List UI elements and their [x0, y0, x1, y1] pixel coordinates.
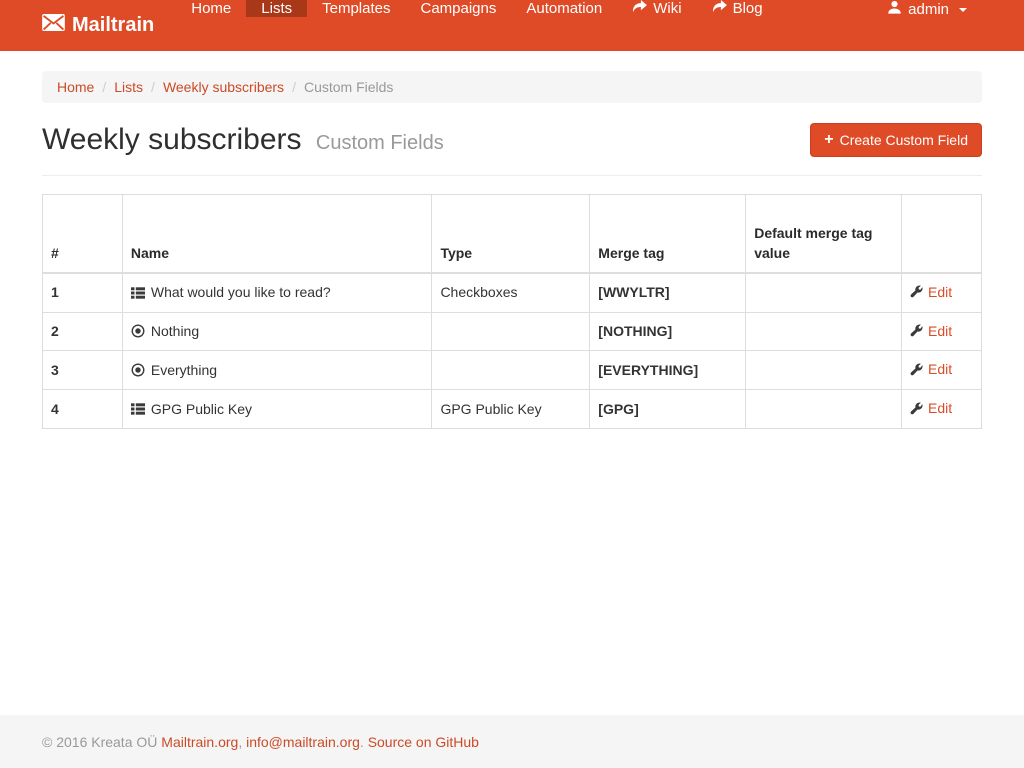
github-source-link[interactable]: Source on GitHub — [368, 734, 479, 750]
col-header-type: Type — [432, 195, 590, 273]
col-header-name: Name — [122, 195, 432, 273]
field-type: Checkboxes — [432, 273, 590, 312]
nav-item-templates[interactable]: Templates — [307, 0, 405, 17]
default-merge-tag-value — [746, 273, 902, 312]
edit-link[interactable]: Edit — [910, 321, 952, 341]
create-custom-field-button[interactable]: + Create Custom Field — [810, 123, 982, 157]
row-number: 4 — [43, 390, 123, 429]
option-icon — [131, 363, 145, 377]
edit-link[interactable]: Edit — [910, 398, 952, 418]
row-number: 1 — [43, 273, 123, 312]
option-icon — [131, 324, 145, 338]
nav-label: Automation — [526, 0, 602, 17]
footer-separator: , — [238, 734, 246, 750]
breadcrumb-weekly-subscribers[interactable]: Weekly subscribers — [163, 79, 284, 95]
merge-tag: [WWYLTR] — [590, 273, 746, 312]
breadcrumb-separator: / — [143, 79, 163, 95]
wrench-icon — [910, 324, 923, 337]
nav-label: Lists — [261, 0, 292, 17]
row-number: 2 — [43, 312, 123, 351]
col-header-actions — [902, 195, 982, 273]
user-label: admin — [908, 1, 949, 18]
page-header: Weekly subscribers Custom Fields + Creat… — [42, 123, 982, 157]
wrench-icon — [910, 285, 923, 298]
nav-item-campaigns[interactable]: Campaigns — [405, 0, 511, 17]
merge-tag: [GPG] — [590, 390, 746, 429]
breadcrumb-separator: / — [94, 79, 114, 95]
custom-fields-table: # Name Type Merge tag Default merge tag … — [42, 194, 982, 429]
nav-label: Campaigns — [420, 0, 496, 17]
table-row: 3 Everything [EVERYTHING] — [43, 351, 982, 390]
mailtrain-org-link[interactable]: Mailtrain.org — [161, 734, 238, 750]
page-subtitle: Custom Fields — [316, 132, 444, 154]
edit-label: Edit — [928, 359, 952, 379]
footer-separator: . — [360, 734, 368, 750]
header-divider — [42, 175, 982, 176]
page-title-text: Weekly subscribers — [42, 123, 302, 156]
wrench-icon — [910, 402, 923, 415]
merge-tag: [NOTHING] — [590, 312, 746, 351]
breadcrumb-separator: / — [284, 79, 304, 95]
default-merge-tag-value — [746, 351, 902, 390]
breadcrumb-lists[interactable]: Lists — [114, 79, 143, 95]
field-name: Nothing — [151, 321, 199, 341]
copyright-text: © 2016 Kreata OÜ — [42, 734, 157, 750]
breadcrumb: Home / Lists / Weekly subscribers / Cust… — [42, 71, 982, 103]
nav-item-home[interactable]: Home — [176, 0, 246, 17]
col-header-merge-tag: Merge tag — [590, 195, 746, 273]
external-arrow-icon — [712, 0, 727, 17]
default-merge-tag-value — [746, 312, 902, 351]
user-menu[interactable]: admin — [872, 0, 982, 19]
col-header-num: # — [43, 195, 123, 273]
breadcrumb-home[interactable]: Home — [57, 79, 94, 95]
envelope-icon — [42, 14, 65, 37]
page-title: Weekly subscribers Custom Fields — [42, 123, 444, 157]
nav-label: Home — [191, 0, 231, 17]
default-merge-tag-value — [746, 390, 902, 429]
field-type — [432, 312, 590, 351]
nav-label: Templates — [322, 0, 390, 17]
nav-item-automation[interactable]: Automation — [511, 0, 617, 17]
list-icon — [131, 402, 145, 416]
nav-label: Wiki — [653, 0, 681, 17]
edit-label: Edit — [928, 282, 952, 302]
edit-label: Edit — [928, 321, 952, 341]
edit-label: Edit — [928, 398, 952, 418]
brand-link[interactable]: Mailtrain — [42, 0, 176, 51]
main-nav: Home Lists Templates Campaigns Automatio… — [176, 0, 777, 51]
top-navbar: Mailtrain Home Lists Templates Campaigns… — [0, 0, 1024, 51]
merge-tag: [EVERYTHING] — [590, 351, 746, 390]
create-custom-field-label: Create Custom Field — [840, 132, 968, 148]
field-type — [432, 351, 590, 390]
table-row: 2 Nothing [NOTHING] — [43, 312, 982, 351]
field-name: GPG Public Key — [151, 399, 252, 419]
email-link[interactable]: info@mailtrain.org — [246, 734, 360, 750]
table-row: 1 What would you like to read? Checkboxe… — [43, 273, 982, 312]
user-nav: admin — [872, 0, 982, 51]
nav-label: Blog — [733, 0, 763, 17]
field-name: What would you like to read? — [151, 282, 331, 302]
edit-link[interactable]: Edit — [910, 282, 952, 302]
brand-label: Mailtrain — [72, 14, 154, 37]
plus-icon: + — [824, 132, 833, 148]
wrench-icon — [910, 363, 923, 376]
user-icon — [887, 0, 902, 19]
list-icon — [131, 286, 145, 300]
table-row: 4 GPG Public Key GPG Public Key [GPG] — [43, 390, 982, 429]
chevron-down-icon — [959, 8, 967, 12]
page-footer: © 2016 Kreata OÜ Mailtrain.org, info@mai… — [0, 715, 1024, 768]
table-header-row: # Name Type Merge tag Default merge tag … — [43, 195, 982, 273]
breadcrumb-current: Custom Fields — [304, 79, 393, 95]
external-arrow-icon — [632, 0, 647, 17]
edit-link[interactable]: Edit — [910, 359, 952, 379]
col-header-default-value: Default merge tag value — [746, 195, 902, 273]
nav-item-wiki[interactable]: Wiki — [617, 0, 696, 17]
row-number: 3 — [43, 351, 123, 390]
nav-item-lists[interactable]: Lists — [246, 0, 307, 17]
field-name: Everything — [151, 360, 217, 380]
nav-item-blog[interactable]: Blog — [697, 0, 778, 17]
field-type: GPG Public Key — [432, 390, 590, 429]
